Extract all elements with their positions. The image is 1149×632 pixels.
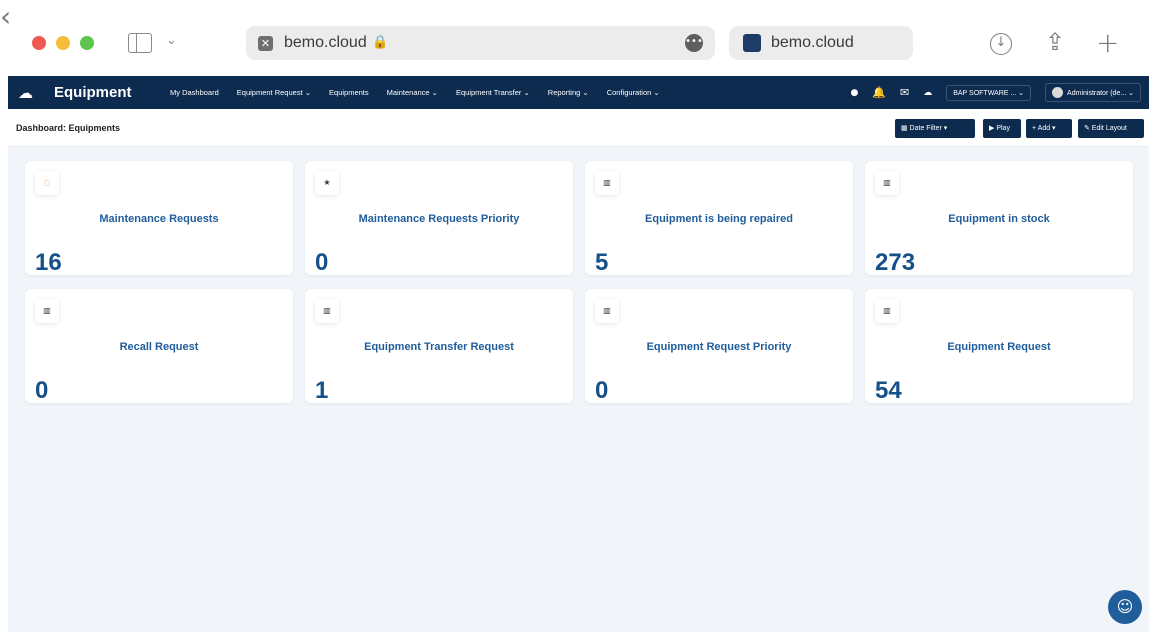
card-title: Equipment is being repaired <box>645 213 793 225</box>
cloud-icon[interactable]: ☁ <box>18 84 33 102</box>
dashboard-toolbar: Dashboard: Equipments ▦ Date Filter ▾ ▶ … <box>8 109 1149 147</box>
card-maintenance-requests[interactable]: ◌ Maintenance Requests 16 <box>25 161 293 276</box>
star-icon: ★ <box>315 171 339 195</box>
user-name: Administrator (de... ⌄ <box>1067 89 1134 97</box>
breadcrumb: Dashboard: Equipments <box>16 123 121 133</box>
company-selector[interactable]: BAP SOFTWARE ... ⌄ <box>946 84 1032 101</box>
card-equipment-request-priority[interactable]: ▥ Equipment Request Priority 0 <box>585 289 853 404</box>
date-filter-button[interactable]: ▦ Date Filter ▾ <box>895 119 975 138</box>
card-equipment-request[interactable]: ▥ Equipment Request 54 <box>865 289 1133 404</box>
bar-chart-icon: ▥ <box>875 171 899 195</box>
menu-reporting[interactable]: Reporting ⌄ <box>548 88 589 97</box>
add-button[interactable]: + Add ▾ <box>1026 119 1072 138</box>
tab-title: bemo.cloud <box>771 34 854 51</box>
dashboard-content: ◌ Maintenance Requests 16 ★ Maintenance … <box>8 147 1149 632</box>
nav-right: ● 🔔 ✉ ☁ BAP SOFTWARE ... ⌄ Administrator… <box>850 83 1141 102</box>
bell-icon[interactable]: 🔔 <box>872 86 886 99</box>
plus-icon[interactable]: + <box>1096 26 1119 59</box>
bar-chart-icon: ▥ <box>315 299 339 323</box>
card-title: Maintenance Requests <box>99 213 219 225</box>
menu-equipments[interactable]: Equipments <box>329 88 369 97</box>
menu-equipment-request[interactable]: Equipment Request ⌄ <box>237 88 311 97</box>
card-value: 1 <box>315 377 329 404</box>
card-recall-request[interactable]: ▥ Recall Request 0 <box>25 289 293 404</box>
menu-maintenance[interactable]: Maintenance ⌄ <box>387 88 438 97</box>
address-bar[interactable]: ✕ bemo.cloud 🔒 ••• <box>246 26 715 60</box>
ellipsis-icon[interactable]: ••• <box>685 34 703 52</box>
card-value: 0 <box>315 249 329 276</box>
main-menu: My Dashboard Equipment Request ⌄ Equipme… <box>170 88 660 97</box>
close-window-button[interactable] <box>32 36 46 50</box>
menu-configuration[interactable]: Configuration ⌄ <box>607 88 660 97</box>
lock-icon: 🔒 <box>372 35 389 50</box>
app-navbar: ☁ Equipment My Dashboard Equipment Reque… <box>8 76 1149 109</box>
card-equipment-transfer-request[interactable]: ▥ Equipment Transfer Request 1 <box>305 289 573 404</box>
tab-favicon-icon <box>743 34 761 52</box>
chat-icon[interactable]: ✉ <box>900 86 909 99</box>
browser-tab[interactable]: bemo.cloud <box>729 26 913 60</box>
sidebar-toggle-icon[interactable] <box>128 33 152 53</box>
card-title: Equipment in stock <box>948 213 1050 225</box>
clock-icon: ◌ <box>35 171 59 195</box>
card-equipment-being-repaired[interactable]: ▥ Equipment is being repaired 5 <box>585 161 853 276</box>
minimize-window-button[interactable] <box>56 36 70 50</box>
bar-chart-icon: ▥ <box>35 299 59 323</box>
card-value: 0 <box>595 377 609 404</box>
bar-chart-icon: ▥ <box>595 299 619 323</box>
share-icon[interactable]: ⇪ <box>1045 28 1065 56</box>
cloud-status-icon[interactable]: ☁ <box>923 88 932 98</box>
card-title: Equipment Transfer Request <box>364 341 514 353</box>
avatar <box>1052 87 1064 98</box>
bar-chart-icon: ▥ <box>595 171 619 195</box>
card-title: Recall Request <box>119 341 199 353</box>
card-value: 273 <box>875 249 916 276</box>
card-title: Equipment Request <box>947 341 1051 353</box>
card-title: Maintenance Requests Priority <box>358 213 520 225</box>
chevron-down-icon[interactable]: ⌄ <box>166 33 177 48</box>
menu-equipment-transfer[interactable]: Equipment Transfer ⌄ <box>456 88 530 97</box>
robot-assistant-icon[interactable]: ☺ <box>1108 590 1142 624</box>
card-equipment-in-stock[interactable]: ▥ Equipment in stock 273 <box>865 161 1133 276</box>
card-title: Equipment Request Priority <box>646 341 792 353</box>
menu-my-dashboard[interactable]: My Dashboard <box>170 88 219 97</box>
card-maintenance-requests-priority[interactable]: ★ Maintenance Requests Priority 0 <box>305 161 573 276</box>
user-menu[interactable]: Administrator (de... ⌄ <box>1045 83 1141 102</box>
card-value: 5 <box>595 249 609 276</box>
close-box-icon: ✕ <box>258 36 273 51</box>
edit-layout-button[interactable]: ✎ Edit Layout <box>1078 119 1144 138</box>
card-value: 54 <box>875 377 902 404</box>
card-value: 16 <box>35 249 62 276</box>
app-title[interactable]: Equipment <box>54 84 132 101</box>
url-text[interactable]: bemo.cloud <box>284 34 367 52</box>
browser-chrome: ⌄ ‹ ✕ bemo.cloud 🔒 ••• bemo.cloud ↓ ⇪ + <box>0 0 1149 76</box>
maximize-window-button[interactable] <box>80 36 94 50</box>
play-button[interactable]: ▶ Play <box>983 119 1021 138</box>
card-value: 0 <box>35 377 49 404</box>
bar-chart-icon: ▥ <box>875 299 899 323</box>
download-icon[interactable]: ↓ <box>990 33 1012 55</box>
pin-icon[interactable]: ● <box>850 88 858 98</box>
